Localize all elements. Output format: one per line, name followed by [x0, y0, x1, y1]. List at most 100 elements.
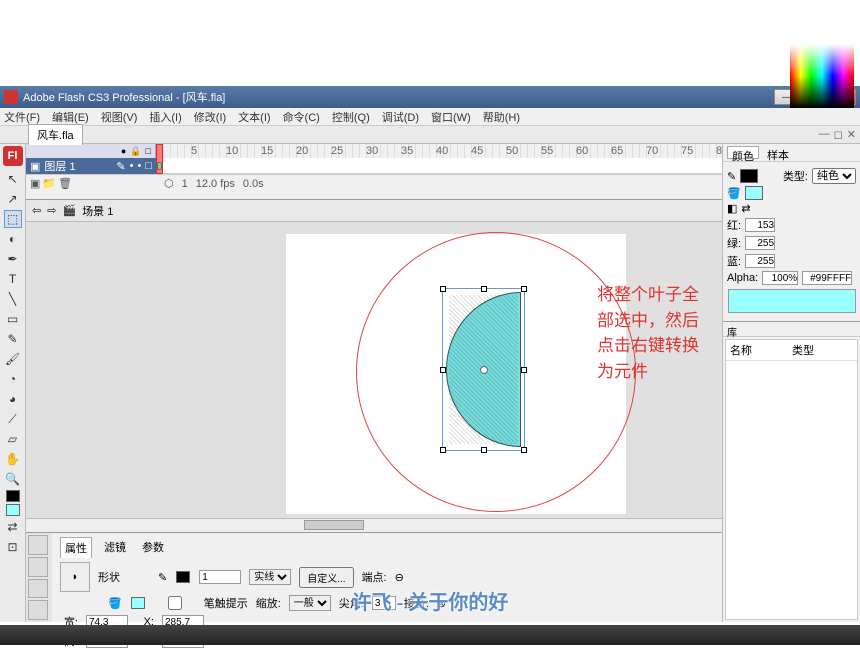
eraser-tool[interactable]: ▱: [4, 430, 22, 448]
scene-fwd[interactable]: ⇨: [47, 204, 56, 217]
panel-toggle-1[interactable]: [28, 535, 48, 555]
stroke-style-select[interactable]: 实线: [249, 569, 291, 585]
menu-window[interactable]: 窗口(W): [431, 109, 471, 125]
frames-track[interactable]: [156, 158, 722, 174]
new-layer-button[interactable]: ▣: [30, 177, 40, 190]
handle-bl[interactable]: [440, 447, 446, 453]
pivot-point[interactable]: [480, 366, 488, 374]
horizontal-scrollbar[interactable]: [26, 518, 722, 532]
scene-back[interactable]: ⇦: [32, 204, 41, 217]
alpha-input[interactable]: [762, 271, 798, 285]
selection-tool[interactable]: ↖: [4, 170, 22, 188]
menu-view[interactable]: 视图(V): [101, 109, 138, 125]
color-spectrum[interactable]: [790, 44, 854, 108]
handle-l[interactable]: [440, 367, 446, 373]
doc-restore[interactable]: ◻: [834, 128, 843, 141]
keyframe-1[interactable]: [157, 162, 162, 170]
swap-icon[interactable]: ⇄: [741, 202, 750, 215]
doc-close[interactable]: ✕: [847, 128, 856, 141]
menu-insert[interactable]: 插入(I): [149, 109, 181, 125]
snap-option[interactable]: ⊡: [4, 538, 22, 556]
paint-bucket-tool[interactable]: ◕: [4, 390, 22, 408]
stroke-swatch-icon[interactable]: ✎: [158, 571, 167, 584]
scale-select[interactable]: 一般: [289, 595, 331, 611]
fill-color[interactable]: [6, 504, 20, 516]
text-tool[interactable]: T: [4, 270, 22, 288]
new-folder-button[interactable]: 📁: [42, 177, 56, 190]
ink-bottle-tool[interactable]: ◔: [4, 370, 22, 388]
handle-tr[interactable]: [521, 286, 527, 292]
g-input[interactable]: [745, 236, 775, 250]
stroke-swatch[interactable]: [176, 571, 190, 583]
menu-commands[interactable]: 命令(C): [283, 109, 320, 125]
menu-debug[interactable]: 调试(D): [382, 109, 419, 125]
r-input[interactable]: [745, 218, 775, 232]
layer-1[interactable]: ▣ 图层 1 ✎ • • □: [26, 158, 156, 174]
delete-layer-button[interactable]: 🗑: [58, 177, 72, 190]
lasso-tool[interactable]: ◐: [4, 230, 22, 248]
tab-properties[interactable]: 属性: [60, 537, 92, 558]
document-tab[interactable]: 风车.fla: [28, 124, 83, 145]
rectangle-tool[interactable]: ▭: [4, 310, 22, 328]
panel-toggle-4[interactable]: [28, 600, 48, 620]
hand-tool[interactable]: ✋: [4, 450, 22, 468]
outline-icon[interactable]: □: [146, 146, 151, 156]
selection-box[interactable]: [442, 288, 525, 451]
eye-icon[interactable]: ●: [121, 146, 126, 156]
timeline-panel: ● 🔒 □ 1510152025303540455055606570758085…: [26, 144, 722, 200]
taskbar[interactable]: [0, 625, 860, 645]
lock-icon[interactable]: 🔒: [130, 146, 141, 157]
pencil-tool[interactable]: ✎: [4, 330, 22, 348]
stroke-width-input[interactable]: [199, 570, 241, 584]
eyedropper-tool[interactable]: ⟋: [4, 410, 22, 428]
pen-tool[interactable]: ✒: [4, 250, 22, 268]
fill-swatch-icon[interactable]: 🪣: [108, 597, 122, 610]
b-label: 蓝:: [727, 253, 741, 269]
menu-edit[interactable]: 编辑(E): [52, 109, 89, 125]
swap-colors[interactable]: ⇄: [4, 518, 22, 536]
brush-tool[interactable]: 🖌: [4, 350, 22, 368]
line-tool[interactable]: ╲: [4, 290, 22, 308]
handle-tl[interactable]: [440, 286, 446, 292]
bw-icon[interactable]: ◧: [727, 202, 737, 215]
lib-col-type[interactable]: 类型: [792, 342, 814, 358]
handle-b[interactable]: [481, 447, 487, 453]
hex-input[interactable]: [802, 271, 852, 285]
scroll-thumb[interactable]: [304, 520, 364, 530]
custom-stroke-button[interactable]: 自定义...: [299, 567, 353, 588]
subselection-tool[interactable]: ↗: [4, 190, 22, 208]
handle-br[interactable]: [521, 447, 527, 453]
library-list[interactable]: 名称 类型: [725, 339, 858, 620]
zoom-tool[interactable]: 🔍: [4, 470, 22, 488]
stage-area[interactable]: 将整个叶子全部选中，然后点击右键转换为元件: [26, 222, 722, 518]
panel-toggle-3[interactable]: [28, 579, 48, 599]
free-transform-tool[interactable]: ⬚: [4, 210, 22, 228]
menu-file[interactable]: 文件(F): [4, 109, 40, 125]
menu-bar: 文件(F) 编辑(E) 视图(V) 插入(I) 修改(I) 文本(I) 命令(C…: [0, 108, 860, 126]
fill-swatch[interactable]: [131, 597, 145, 609]
stroke-color-swatch[interactable]: [740, 169, 758, 183]
r-label: 红:: [727, 217, 741, 233]
menu-help[interactable]: 帮助(H): [483, 109, 520, 125]
menu-modify[interactable]: 修改(I): [194, 109, 226, 125]
menu-control[interactable]: 控制(Q): [332, 109, 370, 125]
tab-parameters[interactable]: 参数: [138, 537, 168, 558]
type-select[interactable]: 纯色: [812, 168, 856, 184]
panel-toggle-2[interactable]: [28, 557, 48, 577]
handle-t[interactable]: [481, 286, 487, 292]
library-header[interactable]: 库: [723, 321, 860, 337]
tab-filters[interactable]: 滤镜: [100, 537, 130, 558]
fill-color-swatch[interactable]: [745, 186, 763, 200]
tab-swatches[interactable]: 样本: [763, 146, 793, 159]
lib-col-name[interactable]: 名称: [730, 342, 752, 358]
frame-ruler[interactable]: 1510152025303540455055606570758085909510…: [156, 144, 722, 158]
tab-color[interactable]: 颜色: [727, 146, 759, 159]
menu-text[interactable]: 文本(I): [238, 109, 270, 125]
cap-icon[interactable]: ⊖: [395, 571, 404, 584]
stroke-hint-checkbox[interactable]: [154, 596, 196, 610]
stroke-color[interactable]: [6, 490, 20, 502]
onion-skin[interactable]: ⬡: [164, 177, 174, 190]
b-input[interactable]: [745, 254, 775, 268]
handle-r[interactable]: [521, 367, 527, 373]
doc-minimize[interactable]: —: [819, 128, 830, 141]
